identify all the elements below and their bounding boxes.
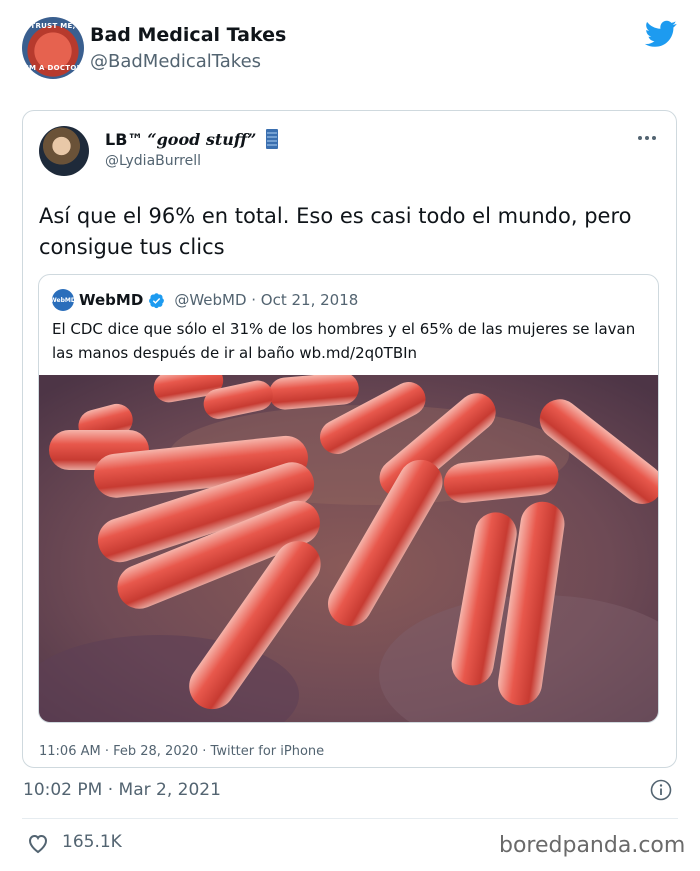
avatar[interactable]: TRUST ME, I'M A DOCTOR xyxy=(22,17,84,79)
embedded-tweet-footer[interactable]: 11:06 AM · Feb 28, 2020 · Twitter for iP… xyxy=(39,744,324,759)
avatar-caption-top: TRUST ME, xyxy=(30,22,76,30)
embedded-name-quote: “good stuff” xyxy=(147,129,257,149)
watermark: boredpanda.com xyxy=(499,833,686,858)
display-name[interactable]: Bad Medical Takes xyxy=(90,24,286,46)
verified-badge-icon xyxy=(149,292,165,308)
outer-tweet-header: TRUST ME, I'M A DOCTOR Bad Medical Takes… xyxy=(0,0,700,100)
quoted-tweet-card[interactable]: WebMD WebMD @WebMD · Oct 21, 2018 El CDC… xyxy=(38,274,659,723)
quoted-tweet-header: WebMD WebMD @WebMD · Oct 21, 2018 xyxy=(50,289,359,311)
quoted-handle-date: @WebMD · Oct 21, 2018 xyxy=(174,291,359,309)
quoted-name[interactable]: WebMD xyxy=(79,291,143,309)
user-handle[interactable]: @BadMedicalTakes xyxy=(90,51,261,72)
embedded-handle[interactable]: @LydiaBurrell xyxy=(105,153,201,169)
embedded-name-row[interactable]: LB™ “good stuff” xyxy=(105,129,279,149)
bacteria-image[interactable] xyxy=(39,375,659,723)
more-options-icon[interactable] xyxy=(637,135,657,141)
webmd-logo: WebMD xyxy=(50,289,76,311)
twitter-bird-icon[interactable] xyxy=(645,20,677,48)
embedded-tweet-text: Así que el 96% en total. Eso es casi tod… xyxy=(39,204,632,259)
embedded-avatar[interactable] xyxy=(39,126,89,176)
embedded-tweet-card[interactable]: LB™ “good stuff” @LydiaBurrell Así que e… xyxy=(22,110,677,768)
divider xyxy=(22,818,678,819)
like-count[interactable]: 165.1K xyxy=(62,832,122,852)
info-icon[interactable] xyxy=(650,779,672,801)
avatar-caption-bottom: I'M A DOCTOR xyxy=(23,64,83,72)
heart-icon[interactable] xyxy=(26,832,50,854)
tweet-timestamp[interactable]: 10:02 PM · Mar 2, 2021 xyxy=(23,780,221,800)
embedded-name-prefix: LB™ xyxy=(105,129,144,149)
quoted-tweet-text: El CDC dice que sólo el 31% de los hombr… xyxy=(52,320,636,362)
book-icon xyxy=(266,129,279,149)
